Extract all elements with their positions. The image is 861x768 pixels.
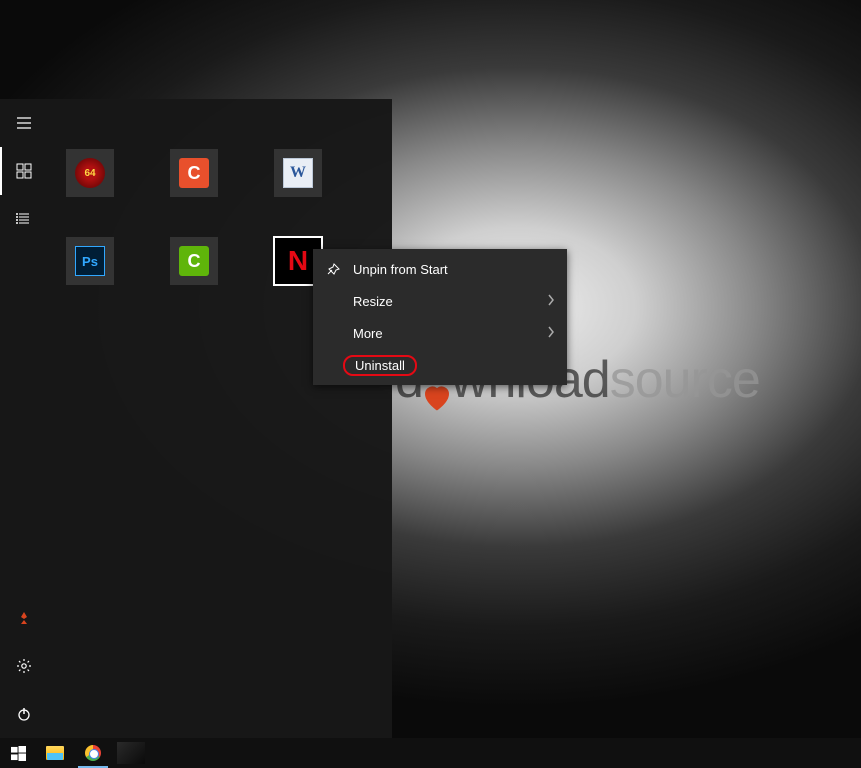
power-icon[interactable]: [0, 690, 48, 738]
menu-label-more: More: [353, 326, 383, 341]
tile-word[interactable]: W: [274, 149, 322, 197]
unpin-icon: [325, 261, 341, 277]
start-button[interactable]: [0, 738, 36, 768]
taskbar-file-explorer[interactable]: [36, 738, 74, 768]
start-tiles: 64 C W Ps C N: [48, 99, 392, 738]
hamburger-icon[interactable]: [0, 99, 48, 147]
start-menu: 64 C W Ps C N: [0, 99, 392, 738]
menu-item-unpin[interactable]: Unpin from Start: [313, 253, 567, 285]
tile-camtasia[interactable]: C: [170, 237, 218, 285]
tile-snip[interactable]: C: [170, 149, 218, 197]
menu-item-more[interactable]: More: [313, 317, 567, 349]
pinned-tiles-icon[interactable]: [0, 147, 48, 195]
windows-icon: [11, 746, 26, 761]
user-app-icon[interactable]: [0, 594, 48, 642]
menu-item-resize[interactable]: Resize: [313, 285, 567, 317]
taskbar-app[interactable]: [112, 738, 150, 768]
chevron-right-icon: [547, 294, 555, 309]
menu-label-unpin: Unpin from Start: [353, 262, 448, 277]
menu-item-uninstall[interactable]: Uninstall: [313, 349, 567, 381]
menu-label-uninstall: Uninstall: [343, 355, 417, 376]
settings-icon[interactable]: [0, 642, 48, 690]
tile-aida64[interactable]: 64: [66, 149, 114, 197]
word-icon: W: [283, 158, 313, 188]
aida64-icon: 64: [75, 158, 105, 188]
menu-label-resize: Resize: [353, 294, 393, 309]
photoshop-icon: Ps: [75, 246, 105, 276]
camtasia-icon: C: [179, 246, 209, 276]
tile-photoshop[interactable]: Ps: [66, 237, 114, 285]
app-dark-icon: [117, 742, 145, 764]
snip-icon: C: [179, 158, 209, 188]
taskbar-chrome[interactable]: [74, 738, 112, 768]
context-menu: Unpin from Start Resize More Uninstall: [313, 249, 567, 385]
netflix-icon: N: [283, 246, 313, 276]
chrome-icon: [85, 745, 101, 761]
watermark-source: source: [610, 350, 760, 410]
chevron-right-icon: [547, 326, 555, 341]
taskbar: [0, 738, 861, 768]
all-apps-icon[interactable]: [0, 195, 48, 243]
file-explorer-icon: [46, 746, 64, 760]
start-rail: [0, 99, 48, 738]
